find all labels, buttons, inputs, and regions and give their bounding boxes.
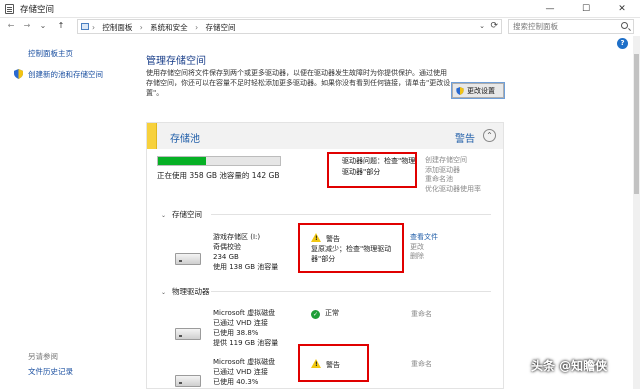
warning-icon — [311, 233, 321, 244]
physical-drives-section-header[interactable]: ⌄ 物理驱动器 — [161, 286, 491, 297]
back-arrow-icon[interactable]: ← — [5, 19, 17, 33]
drive-connection: 已通过 VHD 连接 — [213, 319, 268, 327]
control-panel-home-link[interactable]: 控制面板主页 — [28, 48, 73, 59]
storage-space-info: 游戏存储区 (I:) 奇偶校验 234 GB 使用 138 GB 池容量 — [213, 232, 278, 272]
pool-usage-bar — [157, 156, 281, 166]
view-files-link[interactable]: 查看文件 — [410, 233, 438, 243]
add-drives-link[interactable]: 添加驱动器 — [425, 166, 481, 176]
uac-shield-icon — [456, 87, 464, 95]
drive-status: 警告 — [311, 359, 340, 370]
title-bar: 存储空间 — ☐ ✕ — [0, 0, 640, 18]
see-also-heading: 另请参阅 — [28, 352, 58, 361]
warning-accent-bar — [147, 123, 157, 149]
space-resiliency: 奇偶校验 — [213, 243, 241, 251]
create-storage-space-link[interactable]: 创建存储空间 — [425, 156, 481, 166]
create-pool-link[interactable]: 创建新的池和存储空间 — [28, 69, 103, 80]
pool-warning-label: 警告 — [455, 134, 475, 145]
pool-title: 存储池 — [170, 134, 200, 145]
address-dropdown-icon[interactable]: ⌄ — [479, 22, 485, 30]
up-arrow-icon[interactable]: ↑ — [55, 19, 67, 33]
section-chevron-icon: ⌄ — [161, 212, 167, 219]
breadcrumb-control-panel[interactable]: 控制面板 — [102, 23, 132, 32]
pool-actions: 创建存储空间 添加驱动器 重命名池 优化驱动器使用率 — [425, 156, 481, 195]
pool-alert-text: 驱动器问题：检查"物理驱动器"部分 — [342, 157, 416, 176]
help-icon[interactable]: ? — [617, 38, 628, 49]
vertical-scrollbar[interactable] — [633, 36, 640, 389]
window-title: 存储空间 — [20, 5, 55, 15]
section-divider — [211, 214, 491, 215]
scrollbar-thumb[interactable] — [634, 54, 639, 194]
physical-drive-info: Microsoft 虚拟磁盘 已通过 VHD 连接 已使用 38.8% 提供 1… — [213, 308, 278, 348]
minimize-button[interactable]: — — [532, 0, 568, 18]
drive-status: ✓ 正常 — [311, 308, 339, 319]
drive-provided: 提供 119 GB 池容量 — [213, 339, 279, 347]
breadcrumb-separator: › — [92, 23, 95, 32]
change-settings-button[interactable]: 更改设置 — [451, 82, 505, 99]
pool-usage-fill — [158, 157, 206, 165]
drive-status-text: 正常 — [325, 309, 339, 317]
space-status: 警告 复原减少；检查"物理驱动器"部分 — [311, 233, 393, 264]
warning-icon — [311, 359, 321, 370]
space-capacity: 234 GB — [213, 253, 239, 261]
drive-used: 已使用 40.3% — [213, 378, 259, 386]
recent-locations-chevron-icon[interactable]: ⌄ — [37, 19, 49, 33]
section-divider — [211, 291, 491, 292]
collapse-chevron-icon[interactable]: ⌃ — [483, 129, 496, 142]
storage-spaces-icon — [5, 4, 14, 14]
section-chevron-icon: ⌄ — [161, 289, 167, 296]
address-bar[interactable]: › 控制面板 › 系统和安全 › 存储空间 ⌄ ⟳ — [77, 19, 502, 34]
ok-check-icon: ✓ — [311, 310, 320, 319]
drive-name: Microsoft 虚拟磁盘 — [213, 309, 276, 317]
search-icon[interactable] — [621, 22, 628, 29]
storage-spaces-section-header[interactable]: ⌄ 存储空间 — [161, 209, 491, 220]
physical-drive-info: Microsoft 虚拟磁盘 已通过 VHD 连接 已使用 40.3% — [213, 357, 275, 387]
close-button[interactable]: ✕ — [604, 0, 640, 18]
watermark: 头条 @知瞻侠 — [531, 359, 608, 373]
maximize-button[interactable]: ☐ — [568, 0, 604, 18]
drive-connection: 已通过 VHD 连接 — [213, 368, 268, 376]
breadcrumb-separator: › — [139, 23, 143, 32]
search-box[interactable] — [508, 19, 634, 34]
virtual-drive-icon — [175, 328, 201, 340]
breadcrumb-system-security[interactable]: 系统和安全 — [150, 23, 188, 32]
page-description: 使用存储空间将文件保存到两个或更多驱动器，以便在驱动器发生故障时为你提供保护。通… — [146, 69, 451, 97]
delete-link[interactable]: 删除 — [410, 252, 438, 262]
rename-drive-link[interactable]: 重命名 — [411, 359, 432, 369]
space-status-title: 警告 — [326, 235, 340, 243]
space-name: 游戏存储区 (I:) — [213, 233, 261, 241]
breadcrumb-separator: › — [195, 23, 199, 32]
change-link[interactable]: 更改 — [410, 243, 438, 253]
physical-drives-section-label: 物理驱动器 — [172, 287, 210, 296]
optimize-drive-usage-link[interactable]: 优化驱动器使用率 — [425, 185, 481, 195]
pool-usage-text: 正在使用 358 GB 池容量的 142 GB — [157, 171, 280, 180]
storage-spaces-section-label: 存储空间 — [172, 210, 203, 219]
space-pool-usage: 使用 138 GB 池容量 — [213, 263, 279, 271]
space-actions: 查看文件 更改 删除 — [410, 233, 438, 262]
change-settings-label: 更改设置 — [467, 86, 495, 95]
drive-status-text: 警告 — [326, 361, 340, 369]
address-toolbar: ← → ⌄ ↑ › 控制面板 › 系统和安全 › 存储空间 ⌄ ⟳ — [0, 18, 640, 35]
breadcrumb: › 控制面板 › 系统和安全 › 存储空间 — [92, 22, 240, 33]
space-status-detail: 复原减少；检查"物理驱动器"部分 — [311, 245, 392, 263]
drive-name: Microsoft 虚拟磁盘 — [213, 358, 276, 366]
breadcrumb-storage-spaces[interactable]: 存储空间 — [205, 23, 235, 32]
control-panel-icon — [81, 23, 89, 30]
search-input[interactable] — [509, 20, 614, 33]
rename-drive-link[interactable]: 重命名 — [411, 309, 432, 319]
pool-header[interactable]: 存储池 警告 ⌃ — [147, 123, 503, 149]
rename-pool-link[interactable]: 重命名池 — [425, 175, 481, 185]
page-title: 管理存储空间 — [146, 56, 206, 67]
refresh-icon[interactable]: ⟳ — [490, 21, 498, 31]
storage-pool-panel: 存储池 警告 ⌃ 正在使用 358 GB 池容量的 142 GB 驱动器问题：检… — [146, 122, 504, 389]
virtual-drive-icon — [175, 375, 201, 387]
uac-shield-icon — [14, 69, 23, 79]
drive-used: 已使用 38.8% — [213, 329, 259, 337]
file-history-link[interactable]: 文件历史记录 — [28, 366, 73, 377]
virtual-drive-icon — [175, 253, 201, 265]
forward-arrow-icon[interactable]: → — [21, 19, 33, 33]
